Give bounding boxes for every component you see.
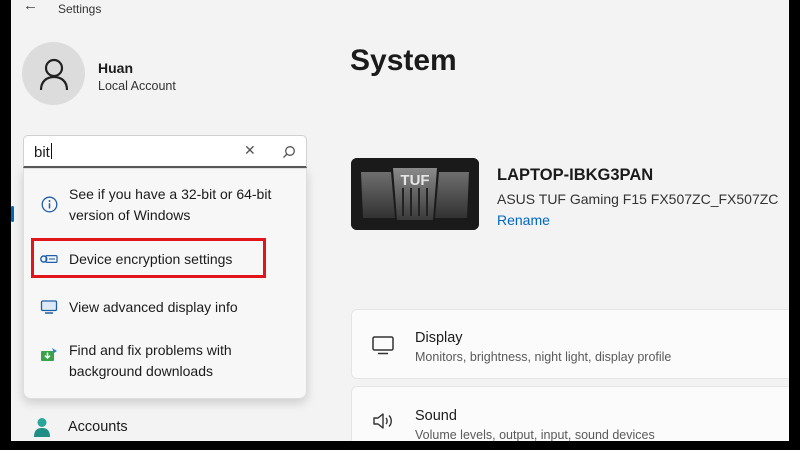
back-arrow-icon[interactable]: ← bbox=[23, 0, 38, 14]
sound-settings-card[interactable]: Sound Volume levels, output, input, soun… bbox=[351, 386, 789, 441]
suggestion-label: Device encryption settings bbox=[69, 251, 233, 267]
suggestion-advanced-display[interactable]: View advanced display info bbox=[24, 297, 306, 321]
sidebar-item-label: Accounts bbox=[68, 419, 128, 435]
monitor-icon bbox=[40, 298, 58, 316]
app-title: Settings bbox=[58, 2, 102, 16]
suggestion-device-encryption[interactable]: Device encryption settings bbox=[24, 249, 306, 273]
rename-link[interactable]: Rename bbox=[497, 212, 550, 228]
nav-selection-indicator bbox=[11, 206, 14, 222]
card-subtitle: Monitors, brightness, night light, displ… bbox=[415, 350, 672, 364]
title-bar: ← Settings bbox=[11, 0, 789, 22]
page-title: System bbox=[350, 44, 457, 77]
device-name: LAPTOP-IBKG3PAN bbox=[497, 166, 654, 184]
download-troubleshoot-icon bbox=[40, 346, 58, 364]
suggestion-label: View advanced display info bbox=[69, 299, 238, 315]
tuf-logo-text: TUF bbox=[400, 172, 429, 189]
user-name: Huan bbox=[98, 60, 133, 76]
search-suggestions-dropdown: See if you have a 32-bit or 64-bit versi… bbox=[23, 168, 307, 399]
settings-window: ← Settings Huan Local Account bit ✕ See … bbox=[11, 0, 789, 441]
encryption-key-icon bbox=[40, 250, 58, 268]
display-settings-card[interactable]: Display Monitors, brightness, night ligh… bbox=[351, 309, 789, 379]
accounts-icon bbox=[34, 418, 50, 437]
suggestion-label: Find and fix problems with background do… bbox=[69, 342, 232, 379]
user-avatar[interactable] bbox=[22, 42, 85, 105]
user-account-type: Local Account bbox=[98, 79, 176, 93]
tuf-logo-image: TUF bbox=[351, 158, 479, 230]
card-subtitle: Volume levels, output, input, sound devi… bbox=[415, 428, 655, 441]
device-image: TUF bbox=[351, 158, 479, 230]
card-title: Sound bbox=[415, 408, 457, 424]
text-caret bbox=[50, 143, 52, 159]
info-icon bbox=[40, 195, 58, 213]
display-icon bbox=[372, 336, 394, 355]
settings-search-input[interactable]: bit ✕ bbox=[23, 135, 307, 168]
sound-icon bbox=[373, 413, 392, 429]
suggestion-label: See if you have a 32-bit or 64-bit versi… bbox=[69, 186, 272, 223]
search-icon[interactable] bbox=[282, 145, 296, 159]
suggestion-background-downloads[interactable]: Find and fix problems with background do… bbox=[24, 342, 306, 388]
device-model: ASUS TUF Gaming F15 FX507ZC_FX507ZC bbox=[497, 191, 779, 207]
search-query-text: bit bbox=[34, 143, 52, 161]
clear-search-icon[interactable]: ✕ bbox=[244, 142, 256, 159]
card-title: Display bbox=[415, 330, 463, 346]
person-icon bbox=[39, 58, 68, 90]
suggestion-32-64-bit[interactable]: See if you have a 32-bit or 64-bit versi… bbox=[24, 186, 306, 231]
